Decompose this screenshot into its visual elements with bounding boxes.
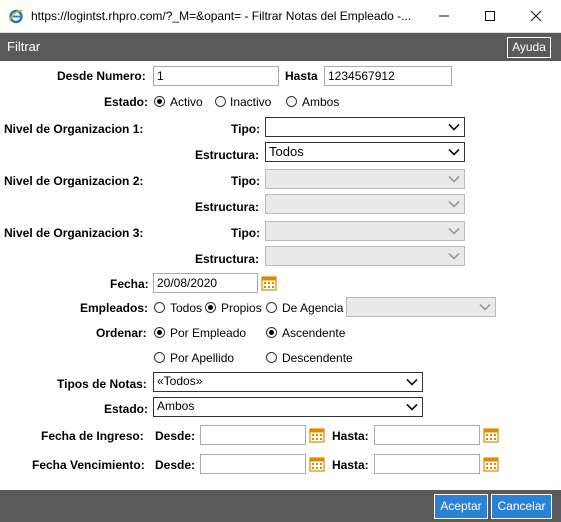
empleados-agencia-label: De Agencia bbox=[282, 301, 344, 315]
empleados-todos-radio[interactable] bbox=[154, 302, 165, 313]
org3-label: Nivel de Organizacion 3: bbox=[4, 226, 144, 240]
close-button[interactable] bbox=[513, 0, 559, 32]
calendar-icon[interactable] bbox=[309, 427, 325, 443]
desde-numero-input[interactable]: 1 bbox=[153, 66, 279, 86]
ordenar-empleado-radio[interactable] bbox=[154, 327, 165, 338]
fecha-vencimiento-desde-label: Desde: bbox=[155, 458, 196, 472]
fecha-ingreso-desde-input[interactable] bbox=[200, 425, 306, 445]
calendar-icon[interactable] bbox=[261, 275, 277, 291]
ordenar-apellido-label: Por Apellido bbox=[170, 351, 235, 365]
ordenar-ascendente-label: Ascendente bbox=[282, 326, 346, 340]
internet-explorer-icon bbox=[8, 9, 23, 24]
chevron-down-icon bbox=[479, 303, 491, 311]
org3-tipo-select[interactable] bbox=[265, 221, 465, 241]
hasta-numero-input[interactable]: 1234567912 bbox=[324, 66, 452, 86]
chevron-down-icon bbox=[448, 175, 460, 183]
empleados-agencia-radio[interactable] bbox=[266, 302, 277, 313]
chevron-down-icon bbox=[448, 227, 460, 235]
cancel-button[interactable]: Cancelar bbox=[491, 494, 552, 519]
estado-inactivo-label: Inactivo bbox=[230, 95, 272, 109]
help-button[interactable]: Ayuda bbox=[507, 37, 551, 58]
chevron-down-icon bbox=[448, 148, 460, 156]
ordenar-descendente-label: Descendente bbox=[282, 351, 353, 365]
estado2-value: Ambos bbox=[157, 399, 195, 413]
chevron-down-icon bbox=[448, 123, 460, 131]
minimize-icon bbox=[439, 15, 449, 17]
empleados-propios-label: Propios bbox=[221, 301, 262, 315]
fecha-input[interactable]: 20/08/2020 bbox=[153, 273, 258, 293]
ordenar-empleado-label: Por Empleado bbox=[170, 326, 247, 340]
fecha-ingreso-hasta-input[interactable] bbox=[374, 425, 480, 445]
org1-estructura-value: Todos bbox=[269, 144, 304, 159]
org1-label: Nivel de Organizacion 1: bbox=[4, 122, 144, 136]
tipos-notas-label: Tipos de Notas: bbox=[57, 377, 147, 391]
org2-estructura-select[interactable] bbox=[265, 194, 465, 214]
fecha-vencimiento-hasta-input[interactable] bbox=[374, 454, 480, 474]
org2-estructura-label: Estructura: bbox=[195, 200, 260, 214]
fecha-ingreso-label: Fecha de Ingreso: bbox=[41, 429, 144, 443]
fecha-vencimiento-desde-input[interactable] bbox=[200, 454, 306, 474]
fecha-ingreso-hasta-label: Hasta: bbox=[332, 429, 369, 443]
dialog-title: Filtrar bbox=[7, 39, 41, 54]
ordenar-label: Ordenar: bbox=[96, 326, 147, 340]
chevron-down-icon bbox=[448, 200, 460, 208]
hasta-numero-label: Hasta bbox=[285, 69, 318, 83]
estado-inactivo-radio[interactable] bbox=[215, 96, 226, 107]
calendar-icon[interactable] bbox=[309, 456, 325, 472]
accept-button[interactable]: Aceptar bbox=[434, 494, 488, 519]
estado-ambos-label: Ambos bbox=[302, 95, 340, 109]
org1-tipo-select[interactable] bbox=[265, 117, 465, 137]
calendar-icon[interactable] bbox=[483, 427, 499, 443]
close-icon bbox=[530, 10, 542, 22]
desde-numero-label: Desde Numero: bbox=[57, 69, 146, 83]
agencia-select[interactable] bbox=[346, 297, 496, 317]
fecha-vencimiento-label: Fecha Vencimiento: bbox=[32, 458, 145, 472]
org3-estructura-label: Estructura: bbox=[195, 252, 260, 266]
maximize-icon bbox=[485, 11, 495, 21]
dialog-header bbox=[0, 33, 561, 61]
chevron-down-icon bbox=[406, 378, 418, 386]
estado-activo-label: Activo bbox=[170, 95, 203, 109]
org1-estructura-label: Estructura: bbox=[195, 148, 260, 162]
window-title: https://logintst.rhpro.com/?_M=&opant= -… bbox=[31, 9, 412, 23]
estado-label: Estado: bbox=[104, 95, 149, 109]
estado-activo-radio[interactable] bbox=[154, 96, 165, 107]
org2-tipo-label: Tipo: bbox=[231, 174, 261, 188]
org1-estructura-select[interactable]: Todos bbox=[265, 142, 465, 162]
org2-label: Nivel de Organizacion 2: bbox=[4, 174, 144, 188]
org2-tipo-select[interactable] bbox=[265, 169, 465, 189]
ordenar-ascendente-radio[interactable] bbox=[266, 327, 277, 338]
empleados-todos-label: Todos bbox=[170, 301, 203, 315]
chevron-down-icon bbox=[406, 403, 418, 411]
ordenar-apellido-radio[interactable] bbox=[154, 352, 165, 363]
estado-ambos-radio[interactable] bbox=[286, 96, 297, 107]
fecha-label: Fecha: bbox=[110, 277, 149, 291]
tipos-notas-select[interactable]: «Todos» bbox=[153, 372, 423, 392]
org3-tipo-label: Tipo: bbox=[231, 226, 261, 240]
fecha-vencimiento-hasta-label: Hasta: bbox=[332, 458, 369, 472]
estado2-select[interactable]: Ambos bbox=[153, 397, 423, 417]
empleados-label: Empleados: bbox=[80, 301, 149, 315]
fecha-ingreso-desde-label: Desde: bbox=[155, 429, 196, 443]
estado2-label: Estado: bbox=[104, 402, 149, 416]
org1-tipo-label: Tipo: bbox=[231, 122, 261, 136]
ordenar-descendente-radio[interactable] bbox=[266, 352, 277, 363]
chevron-down-icon bbox=[448, 252, 460, 260]
calendar-icon[interactable] bbox=[483, 456, 499, 472]
empleados-propios-radio[interactable] bbox=[205, 302, 216, 313]
maximize-button[interactable] bbox=[467, 0, 513, 32]
org3-estructura-select[interactable] bbox=[265, 246, 465, 266]
minimize-button[interactable] bbox=[421, 0, 467, 32]
tipos-notas-value: «Todos» bbox=[157, 374, 203, 388]
